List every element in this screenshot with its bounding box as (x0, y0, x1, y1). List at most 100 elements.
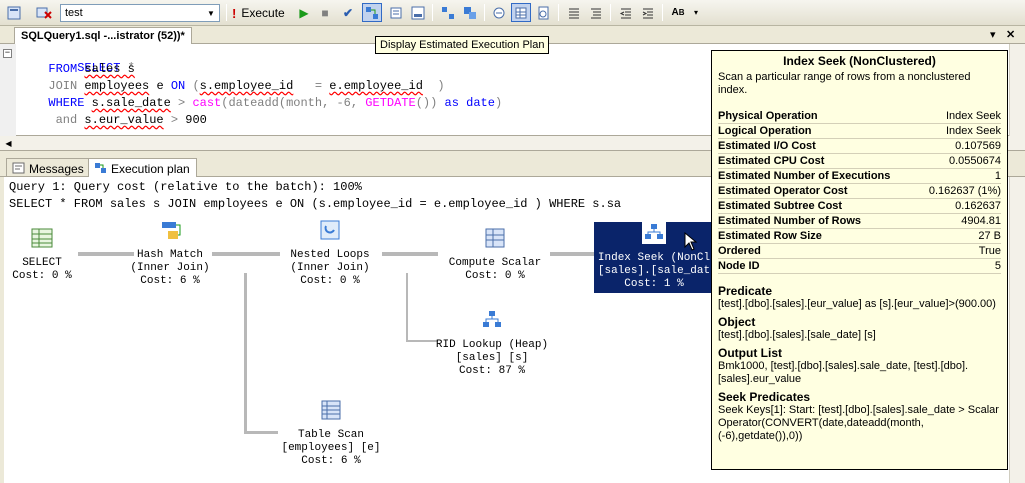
execute-button[interactable]: ! Execute (232, 4, 285, 22)
plan-node-table-scan[interactable]: Table Scan [employees] [e] Cost: 6 % (276, 399, 386, 468)
details-output-section: Output List Bmk1000, [test].[dbo].[sales… (718, 346, 969, 385)
nested-loops-icon (320, 220, 340, 240)
ssms-window: test ▼ ! Execute ▶ ■ ✔ A B ▾ SQLQuery1.s… (0, 0, 1025, 483)
code-line-4: WHERE s.sale_date > cast(dateadd(month, … (48, 96, 503, 110)
query-options-icon[interactable] (386, 3, 406, 22)
results-to-text-icon[interactable] (489, 3, 509, 22)
toolbar-overflow-icon[interactable]: ▾ (690, 3, 702, 22)
editor-gutter: − (0, 44, 16, 136)
object-explorer-icon[interactable] (4, 3, 24, 22)
details-object-section: Object [test].[dbo].[sales].[sale_date] … (718, 315, 876, 341)
details-property-key: Physical Operation (718, 110, 818, 122)
query-text-line: SELECT * FROM sales s JOIN employees e O… (9, 197, 622, 211)
plan-node-select[interactable]: SELECT Cost: 0 % (9, 227, 75, 283)
tab-messages-label: Messages (29, 162, 84, 176)
plan-node-rid-lookup[interactable]: RID Lookup (Heap) [sales] [s] Cost: 87 % (430, 309, 554, 378)
code-line-1: SELECT * (77, 61, 135, 75)
increase-indent-icon[interactable] (638, 3, 658, 22)
plan-node-nested-loops[interactable]: Nested Loops (Inner Join) Cost: 0 % (280, 219, 380, 288)
toolbar: test ▼ ! Execute ▶ ■ ✔ A B ▾ (0, 0, 1025, 26)
details-property-row: Ordered True (718, 244, 1001, 259)
debug-play-icon[interactable]: ▶ (294, 3, 314, 22)
compute-scalar-icon (485, 228, 505, 248)
uncomment-lines-icon[interactable] (586, 3, 606, 22)
details-property-value: 27 B (978, 230, 1001, 242)
plan-arrow (78, 252, 134, 256)
code-line-2: FROM sales s (48, 62, 135, 76)
details-property-row: Estimated Number of Executions 1 (718, 169, 1001, 184)
tab-messages[interactable]: Messages (6, 158, 91, 177)
client-statistics-icon[interactable] (460, 3, 480, 22)
tab-execution-plan[interactable]: Execution plan (88, 158, 197, 178)
details-property-row: Estimated CPU Cost 0.0550674 (718, 154, 1001, 169)
plan-arrow (382, 252, 438, 256)
details-property-row: Estimated Subtree Cost 0.162637 (718, 199, 1001, 214)
comment-lines-icon[interactable] (564, 3, 584, 22)
plan-vertical-scrollbar[interactable] (1009, 177, 1025, 483)
details-property-key: Estimated Operator Cost (718, 185, 848, 197)
toolbar-separator (484, 4, 485, 21)
hash-match-icon (162, 222, 181, 239)
scroll-left-icon[interactable]: ◀ (2, 137, 15, 150)
database-select-value: test (65, 7, 83, 19)
rid-lookup-icon (483, 311, 501, 327)
operator-details-tooltip: Index Seek (NonClustered) Scan a particu… (711, 50, 1008, 470)
details-property-value: True (978, 245, 1001, 257)
chevron-down-icon[interactable]: ▼ (204, 6, 218, 20)
tab-sqlquery1[interactable]: SQLQuery1.sql -...istrator (52))* (14, 27, 192, 44)
results-to-file-icon[interactable] (533, 3, 553, 22)
details-property-value: 0.107569 (955, 140, 1001, 152)
parse-check-icon[interactable]: ✔ (338, 3, 358, 22)
toolbar-separator (432, 4, 433, 21)
details-property-key: Logical Operation (718, 125, 812, 137)
code-line-3: JOIN employees e ON (s.employee_id = e.e… (48, 79, 445, 93)
collapse-icon[interactable]: − (3, 49, 12, 58)
database-select[interactable]: test ▼ (60, 4, 220, 22)
details-property-row: Node ID 5 (718, 259, 1001, 274)
details-title: Index Seek (NonClustered) (783, 54, 936, 68)
mouse-cursor-icon (684, 232, 698, 251)
details-property-value: 1 (994, 170, 1001, 182)
editor-vertical-scrollbar[interactable] (1009, 44, 1025, 136)
messages-icon (12, 162, 25, 174)
details-properties: Physical Operation Index Seek Logical Oper… (718, 109, 1001, 274)
details-property-key: Estimated CPU Cost (718, 155, 825, 167)
include-actual-plan-icon[interactable] (438, 3, 458, 22)
details-property-key: Estimated Number of Rows (718, 215, 862, 227)
decrease-indent-icon[interactable] (616, 3, 636, 22)
execute-icon: ! (232, 5, 237, 21)
toolbar-separator (662, 4, 663, 21)
tab-sqlquery1-label: SQLQuery1.sql -...istrator (52))* (21, 30, 185, 42)
details-property-key: Estimated Number of Executions (718, 170, 891, 182)
specify-values-icon[interactable]: AB (668, 3, 688, 22)
details-seek-section: Seek Predicates Seek Keys[1]: Start: [te… (718, 390, 999, 442)
details-description: Scan a particular range of rows from a n… (718, 71, 971, 96)
details-property-key: Estimated Subtree Cost (718, 200, 843, 212)
details-property-value: Index Seek (945, 125, 1001, 137)
toolbar-separator (558, 4, 559, 21)
results-to-grid-icon[interactable] (511, 3, 531, 22)
stop-icon[interactable]: ■ (315, 3, 335, 22)
details-property-row: Estimated Row Size 27 B (718, 229, 1001, 244)
details-property-row: Physical Operation Index Seek (718, 109, 1001, 124)
plan-arrow (244, 273, 247, 433)
execute-label: Execute (241, 6, 285, 20)
plan-node-hash-match[interactable]: Hash Match (Inner Join) Cost: 6 % (128, 219, 212, 288)
plan-node-compute-scalar[interactable]: Compute Scalar Cost: 0 % (440, 227, 550, 283)
details-predicate-section: Predicate [test].[dbo].[sales].[eur_valu… (718, 284, 996, 310)
toolbar-separator (610, 4, 611, 21)
disconnect-icon[interactable] (34, 3, 54, 22)
toolbar-tooltip: Display Estimated Execution Plan (375, 36, 550, 54)
code-line-5: and s.eur_value > 900 (55, 113, 207, 127)
details-property-value: 0.162637 (1%) (928, 185, 1001, 197)
close-icon[interactable]: ✕ (1006, 28, 1015, 41)
details-property-value: 5 (994, 260, 1001, 272)
plan-arrow (406, 273, 408, 341)
tab-list-icon[interactable]: ▾ (990, 28, 996, 41)
display-estimated-plan-button[interactable] (362, 3, 382, 22)
details-property-row: Estimated I/O Cost 0.107569 (718, 139, 1001, 154)
query-cost-line: Query 1: Query cost (relative to the bat… (9, 180, 362, 194)
intellisense-icon[interactable] (408, 3, 428, 22)
toolbar-separator (226, 4, 227, 21)
details-property-key: Ordered (718, 245, 761, 257)
